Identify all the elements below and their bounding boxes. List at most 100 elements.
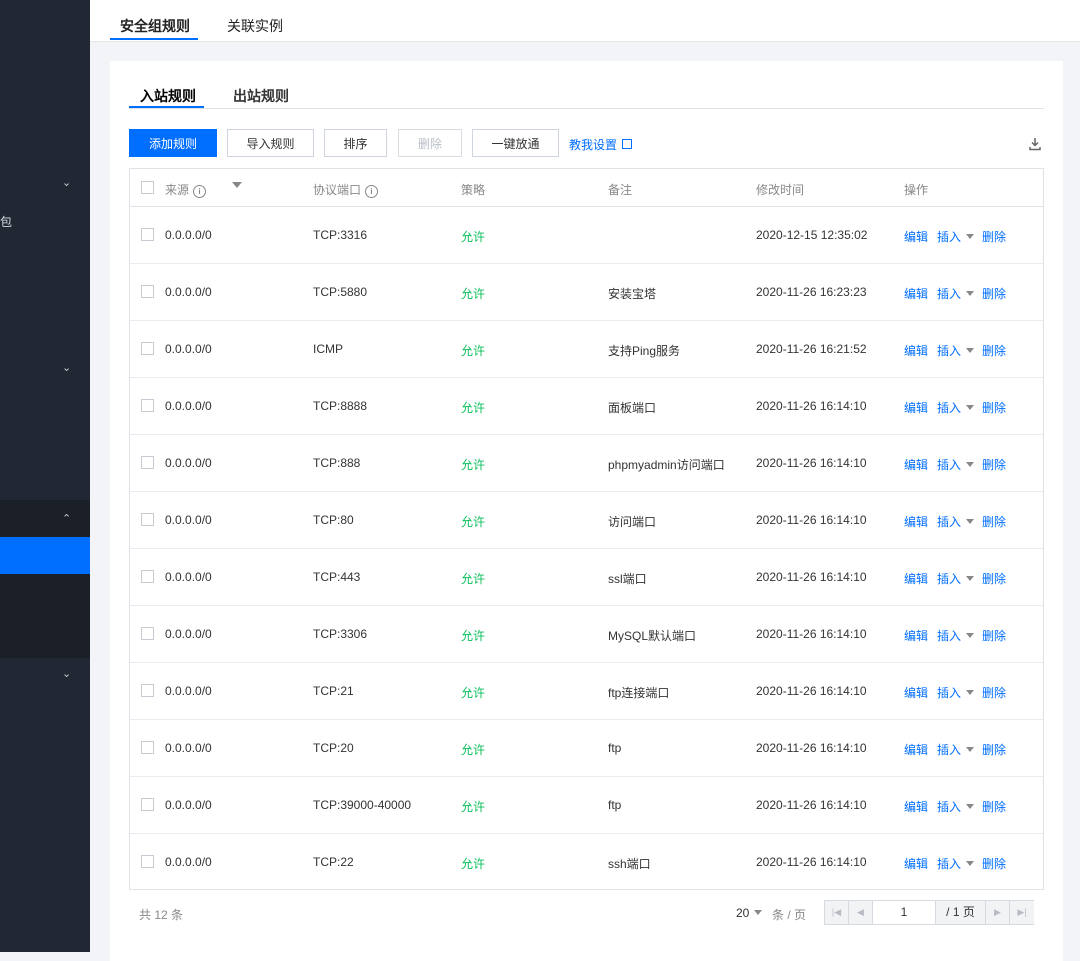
tab-associated-instances[interactable]: 关联实例: [227, 16, 283, 36]
row-checkbox[interactable]: [141, 342, 154, 355]
row-checkbox[interactable]: [141, 570, 154, 583]
edit-link[interactable]: 编辑: [904, 798, 928, 815]
total-pages: / 1 页: [936, 901, 986, 924]
cell-source: 0.0.0.0/0: [165, 399, 212, 413]
prev-page-icon[interactable]: ◀: [849, 901, 873, 924]
info-icon[interactable]: i: [193, 185, 207, 198]
sidebar-subitems[interactable]: [0, 574, 90, 658]
insert-dropdown[interactable]: 插入: [937, 513, 975, 530]
page-input[interactable]: 1: [873, 901, 936, 924]
first-page-icon[interactable]: |◀: [825, 901, 849, 924]
info-icon[interactable]: i: [365, 185, 379, 198]
rules-table: 来源 i 协议端口 i 策略 备注 修改时间 操作 0.0.0.0/0 TCP:331…: [129, 168, 1044, 890]
delete-link[interactable]: 删除: [982, 570, 1006, 587]
cell-policy: 允许: [461, 857, 486, 871]
delete-link[interactable]: 删除: [982, 456, 1006, 473]
row-checkbox[interactable]: [141, 798, 154, 811]
tab-security-group-rules[interactable]: 安全组规则: [120, 16, 190, 36]
delete-link[interactable]: 删除: [982, 228, 1006, 245]
edit-link[interactable]: 编辑: [904, 570, 928, 587]
cell-policy: 允许: [461, 629, 486, 643]
row-checkbox[interactable]: [141, 855, 154, 868]
edit-link[interactable]: 编辑: [904, 342, 928, 359]
active-tab-underline: [110, 38, 198, 40]
cell-modified-time: 2020-11-26 16:14:10: [756, 513, 867, 527]
insert-dropdown[interactable]: 插入: [937, 570, 975, 587]
help-link[interactable]: 教我设置: [569, 136, 633, 153]
cell-policy: 允许: [461, 458, 486, 472]
cell-note: MySQL默认端口: [608, 629, 697, 643]
delete-link[interactable]: 删除: [982, 627, 1006, 644]
edit-link[interactable]: 编辑: [904, 684, 928, 701]
edit-link[interactable]: 编辑: [904, 513, 928, 530]
page-size-value: 20: [736, 906, 750, 920]
insert-dropdown[interactable]: 插入: [937, 741, 975, 758]
open-all-button[interactable]: 一键放通: [472, 129, 559, 157]
last-page-icon[interactable]: ▶|: [1010, 901, 1034, 924]
edit-link[interactable]: 编辑: [904, 285, 928, 302]
row-checkbox[interactable]: [141, 684, 154, 697]
delete-link[interactable]: 删除: [982, 513, 1006, 530]
caret-down-icon: [966, 804, 975, 809]
sidebar-item-active[interactable]: [0, 537, 90, 574]
sidebar-group-expanded[interactable]: [0, 500, 90, 537]
cell-policy: 允许: [461, 800, 486, 814]
row-checkbox[interactable]: [141, 741, 154, 754]
chevron-down-icon[interactable]: ⌄: [62, 176, 71, 189]
delete-button[interactable]: 删除: [398, 129, 462, 157]
next-page-icon[interactable]: ▶: [986, 901, 1010, 924]
edit-link[interactable]: 编辑: [904, 855, 928, 872]
chevron-down-icon[interactable]: ⌄: [62, 361, 71, 374]
row-checkbox[interactable]: [141, 513, 154, 526]
insert-dropdown[interactable]: 插入: [937, 342, 975, 359]
delete-link[interactable]: 删除: [982, 741, 1006, 758]
insert-dropdown[interactable]: 插入: [937, 627, 975, 644]
insert-dropdown[interactable]: 插入: [937, 285, 975, 302]
page-size-select[interactable]: 20: [736, 906, 763, 920]
delete-link[interactable]: 删除: [982, 855, 1006, 872]
row-checkbox[interactable]: [141, 228, 154, 241]
delete-link[interactable]: 删除: [982, 285, 1006, 302]
delete-link[interactable]: 删除: [982, 342, 1006, 359]
download-icon[interactable]: [1029, 137, 1041, 151]
row-checkbox[interactable]: [141, 285, 154, 298]
insert-dropdown[interactable]: 插入: [937, 798, 975, 815]
edit-link[interactable]: 编辑: [904, 456, 928, 473]
select-all-checkbox[interactable]: [141, 181, 154, 194]
cell-source: 0.0.0.0/0: [165, 627, 212, 641]
sidebar-item-label[interactable]: 包: [0, 213, 12, 230]
edit-link[interactable]: 编辑: [904, 399, 928, 416]
caret-down-icon: [966, 405, 975, 410]
import-rules-button[interactable]: 导入规则: [227, 129, 314, 157]
cell-note: phpmyadmin访问端口: [608, 458, 725, 472]
chevron-down-icon[interactable]: ⌄: [62, 667, 71, 680]
tab-inbound-rules[interactable]: 入站规则: [140, 86, 196, 106]
per-page-label: 条 / 页: [772, 908, 807, 922]
row-checkbox[interactable]: [141, 399, 154, 412]
insert-dropdown[interactable]: 插入: [937, 855, 975, 872]
row-checkbox[interactable]: [141, 627, 154, 640]
edit-link[interactable]: 编辑: [904, 627, 928, 644]
add-rule-button[interactable]: 添加规则: [129, 129, 217, 157]
edit-link[interactable]: 编辑: [904, 228, 928, 245]
delete-link[interactable]: 删除: [982, 798, 1006, 815]
insert-dropdown[interactable]: 插入: [937, 228, 975, 245]
delete-link[interactable]: 删除: [982, 684, 1006, 701]
insert-dropdown[interactable]: 插入: [937, 399, 975, 416]
insert-label: 插入: [937, 287, 962, 301]
sort-button[interactable]: 排序: [324, 129, 387, 157]
cell-protocol-port: TCP:20: [313, 741, 354, 755]
delete-link[interactable]: 删除: [982, 399, 1006, 416]
row-checkbox[interactable]: [141, 456, 154, 469]
filter-icon[interactable]: [232, 182, 242, 188]
active-subtab-underline: [129, 106, 204, 108]
chevron-up-icon[interactable]: ⌃: [62, 512, 71, 525]
tab-outbound-rules[interactable]: 出站规则: [233, 86, 289, 106]
header-note: 备注: [608, 183, 633, 197]
edit-link[interactable]: 编辑: [904, 741, 928, 758]
sidebar: ⌄ 包 ⌄ ⌃ ⌄: [0, 0, 90, 952]
insert-dropdown[interactable]: 插入: [937, 684, 975, 701]
insert-dropdown[interactable]: 插入: [937, 456, 975, 473]
cell-note: 访问端口: [608, 515, 657, 529]
caret-down-icon: [966, 747, 975, 752]
